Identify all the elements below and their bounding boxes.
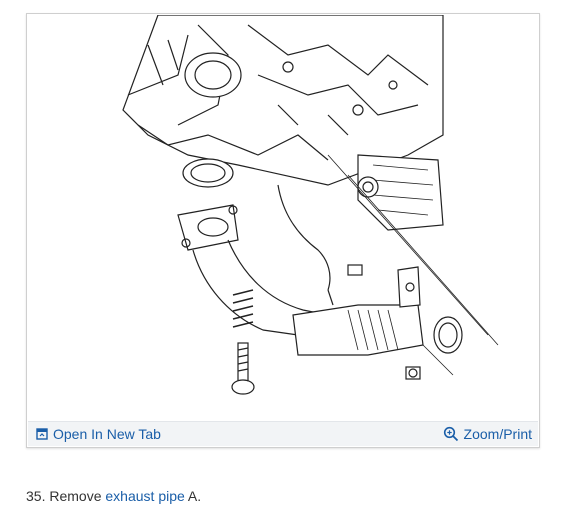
step-prefix: Remove bbox=[49, 488, 102, 504]
open-new-tab-label: Open In New Tab bbox=[53, 426, 161, 442]
zoom-print-label: Zoom/Print bbox=[463, 426, 532, 442]
exhaust-diagram-drawing bbox=[122, 15, 499, 395]
step-number: 35. bbox=[26, 488, 46, 504]
figure-card: Open In New Tab Zoom/Print bbox=[26, 13, 540, 448]
step-instruction: 35. Remove exhaust pipe A. bbox=[26, 488, 201, 504]
exhaust-diagram bbox=[28, 15, 538, 421]
step-suffix: A. bbox=[187, 488, 202, 504]
exhaust-pipe-link[interactable]: exhaust pipe bbox=[105, 488, 184, 504]
zoom-print-button[interactable]: Zoom/Print bbox=[443, 422, 532, 446]
zoom-icon bbox=[443, 426, 458, 442]
open-new-tab-icon bbox=[36, 428, 48, 440]
figure-toolbar: Open In New Tab Zoom/Print bbox=[28, 421, 538, 446]
open-new-tab-button[interactable]: Open In New Tab bbox=[36, 422, 161, 446]
